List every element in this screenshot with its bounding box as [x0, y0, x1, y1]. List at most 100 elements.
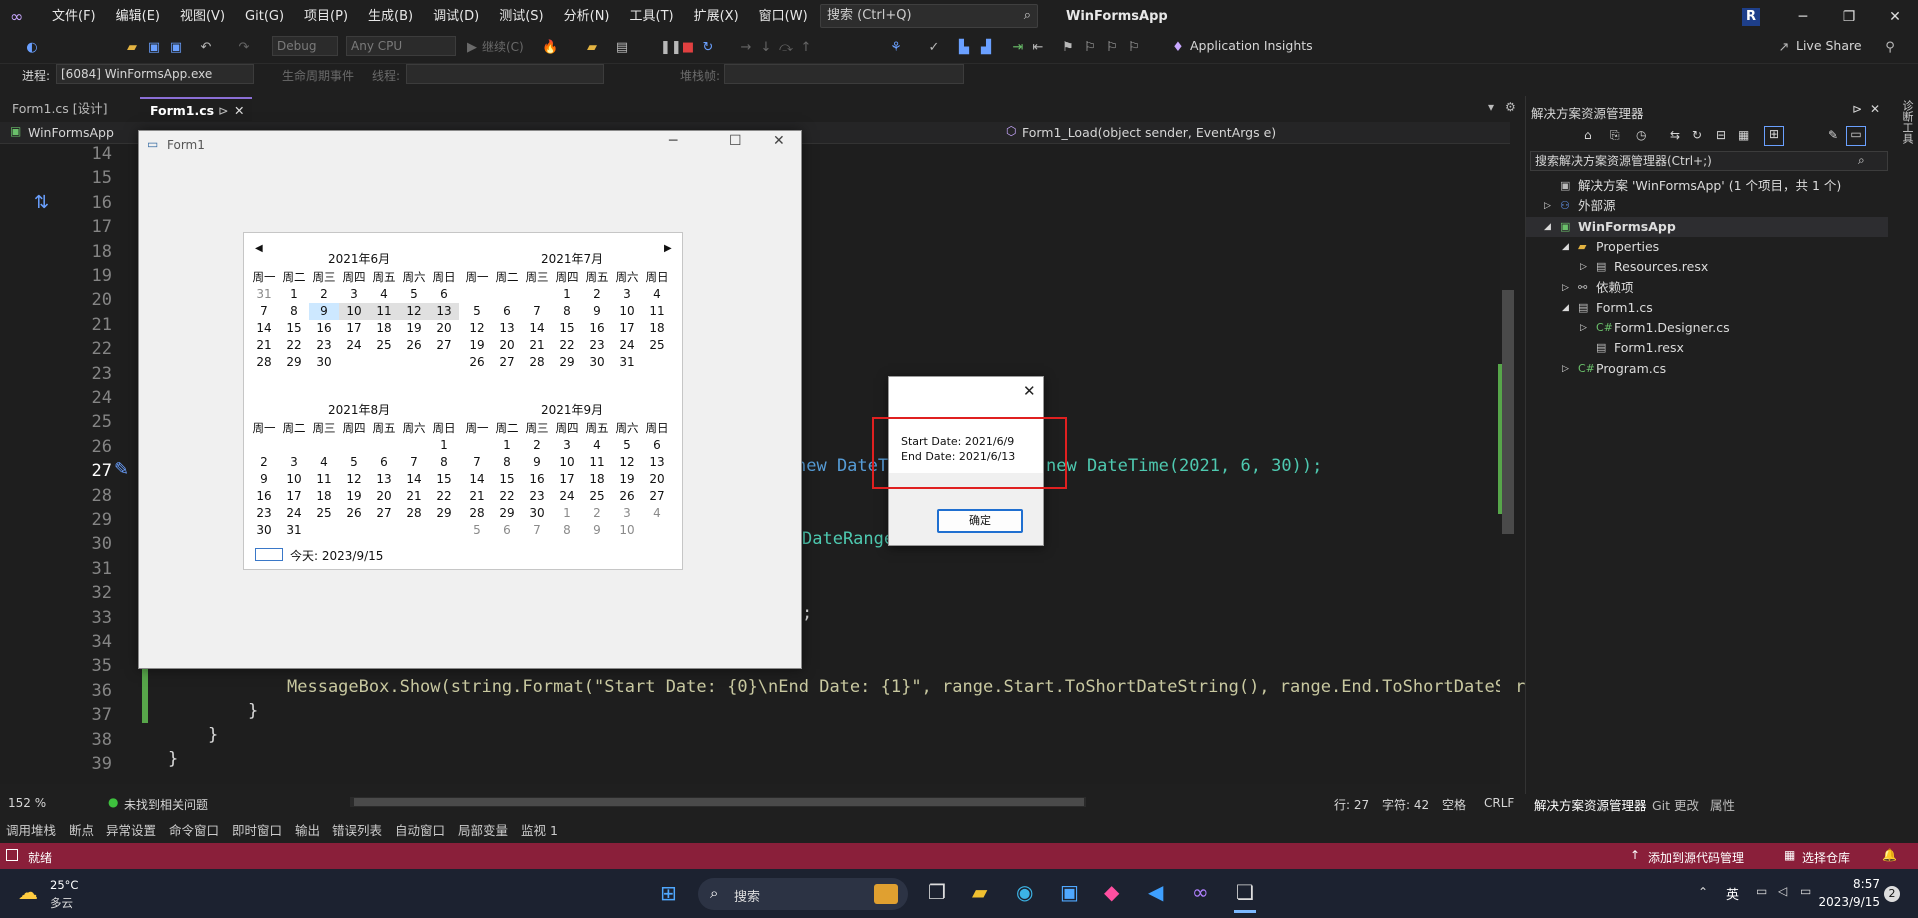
calendar-day[interactable]: 11	[309, 471, 339, 488]
step-into-icon[interactable]: ↓	[758, 40, 774, 56]
calendar-day[interactable]: 5	[462, 303, 492, 320]
form-minimize-icon[interactable]: ─	[669, 133, 677, 149]
calendar-day[interactable]: 25	[582, 488, 612, 505]
calendar-day[interactable]: 25	[642, 337, 672, 354]
visual-studio-taskbar-icon[interactable]: ∞	[1192, 880, 1209, 904]
calendar-day[interactable]: 18	[309, 488, 339, 505]
column-indicator[interactable]: 字符: 42	[1382, 796, 1429, 813]
tool-tab[interactable]: 异常设置	[106, 820, 156, 839]
tab-form1-cs[interactable]: Form1.cs ⊳ ✕	[140, 97, 252, 121]
properties-wrench-icon[interactable]: ✎	[1828, 128, 1838, 142]
show-all-files-icon[interactable]: ▦	[1738, 128, 1749, 142]
zoom-level[interactable]: 152 %	[8, 796, 46, 810]
calendar-day[interactable]: 18	[642, 320, 672, 337]
calendar-day[interactable]: 15	[429, 471, 459, 488]
calendar-day[interactable]: 31	[612, 354, 642, 371]
perf-tip-icon[interactable]: ⇅	[34, 192, 49, 213]
calendar-day[interactable]: 22	[552, 337, 582, 354]
calendar-day[interactable]: 11	[642, 303, 672, 320]
calendar-day[interactable]: 22	[279, 337, 309, 354]
live-share-button[interactable]: Live Share	[1796, 38, 1862, 53]
calendar-day[interactable]: 25	[309, 505, 339, 522]
calendar-day[interactable]: 30	[249, 522, 279, 539]
calendar-day[interactable]: 25	[369, 337, 399, 354]
calendar-day[interactable]: 5	[462, 522, 492, 539]
calendar-day[interactable]: 6	[492, 522, 522, 539]
refresh-icon[interactable]: ↻	[1692, 128, 1702, 142]
calendar-day[interactable]: 29	[429, 505, 459, 522]
spell-check-icon[interactable]: ✓	[926, 40, 942, 56]
menu-item[interactable]: 工具(T)	[620, 0, 684, 34]
calendar-day[interactable]	[462, 286, 492, 303]
today-label[interactable]: 今天: 2023/9/15	[290, 547, 383, 564]
whitespace-indicator[interactable]: 空格	[1442, 796, 1466, 813]
tab-close-icon[interactable]: ✕	[234, 99, 244, 123]
calendar-day[interactable]: 3	[339, 286, 369, 303]
menu-item[interactable]: 文件(F)	[42, 0, 106, 34]
ime-indicator[interactable]: 英	[1726, 884, 1739, 903]
panel-close-icon[interactable]: ✕	[1870, 102, 1880, 116]
calendar-day[interactable]: 13	[429, 303, 459, 320]
tree-item[interactable]: 依赖项	[1596, 278, 1634, 298]
menu-item[interactable]: 分析(N)	[554, 0, 620, 34]
calendar-day[interactable]: 21	[249, 337, 279, 354]
calendar-day[interactable]: 8	[492, 454, 522, 471]
hscroll-thumb[interactable]	[354, 798, 1084, 806]
stackframe-dropdown[interactable]	[724, 64, 964, 84]
save-icon[interactable]: ▣	[146, 40, 162, 56]
outdent-icon[interactable]: ⇤	[1030, 40, 1046, 56]
calendar-day[interactable]	[339, 522, 369, 539]
calendar-day[interactable]: 20	[642, 471, 672, 488]
calendar-day[interactable]: 12	[339, 471, 369, 488]
tab-overflow-icon[interactable]: ▾	[1488, 100, 1494, 114]
calendar-day[interactable]: 10	[612, 522, 642, 539]
next-bookmark-icon[interactable]: ⚐	[1104, 40, 1120, 56]
jetbrains-icon[interactable]: ◆	[1104, 880, 1119, 904]
calendar-day[interactable]: 2	[309, 286, 339, 303]
calendar-day[interactable]: 11	[369, 303, 399, 320]
calendar-day[interactable]: 7	[462, 454, 492, 471]
tree-expander-icon[interactable]: ▷	[1544, 196, 1551, 216]
month-title-september[interactable]: 2021年9月	[541, 401, 603, 418]
calendar-day[interactable]: 17	[339, 320, 369, 337]
platform-dropdown[interactable]: Any CPU	[346, 36, 456, 56]
calendar-day[interactable]: 18	[582, 471, 612, 488]
calendar-day[interactable]: 22	[429, 488, 459, 505]
live-share-icon[interactable]: ↗	[1776, 40, 1792, 56]
calendar-day[interactable]: 6	[642, 437, 672, 454]
user-avatar[interactable]: R	[1742, 8, 1760, 26]
search-box[interactable]: 搜索 (Ctrl+Q) ⌕	[820, 4, 1038, 28]
calendar-day[interactable]: 23	[249, 505, 279, 522]
sync-icon[interactable]: ⇆	[1670, 128, 1680, 142]
menu-item[interactable]: 生成(B)	[358, 0, 423, 34]
edit-pencil-icon[interactable]: ✎	[114, 459, 129, 480]
calendar-day[interactable]: 2	[582, 286, 612, 303]
restore-icon[interactable]: ❐	[1826, 0, 1872, 34]
calendar-day[interactable]: 1	[279, 286, 309, 303]
calendar-day[interactable]: 3	[279, 454, 309, 471]
calendar-day[interactable]: 28	[399, 505, 429, 522]
calendar-day[interactable]: 20	[492, 337, 522, 354]
calendar-day[interactable]: 24	[279, 505, 309, 522]
calendar-day[interactable]: 4	[642, 286, 672, 303]
calendar-day[interactable]: 28	[249, 354, 279, 371]
calendar-day[interactable]: 11	[582, 454, 612, 471]
line-indicator[interactable]: 行: 27	[1334, 796, 1369, 813]
calendar-day[interactable]: 19	[339, 488, 369, 505]
calendar-day[interactable]: 7	[399, 454, 429, 471]
tab-form1-designer[interactable]: Form1.cs [设计]	[2, 97, 118, 121]
month-calendar[interactable]: ◀ ▶ 2021年6月 2021年7月 2021年8月 2021年9月 周一 周二…	[243, 232, 683, 570]
tool-tab[interactable]: 命令窗口	[169, 820, 219, 839]
minimize-icon[interactable]: ─	[1780, 0, 1826, 34]
tree-expander-icon[interactable]: ◢	[1562, 298, 1569, 318]
calendar-day[interactable]: 3	[612, 286, 642, 303]
calendar-day[interactable]: 7	[249, 303, 279, 320]
back-icon[interactable]: ◐	[24, 40, 40, 56]
calendar-day[interactable]: 2	[522, 437, 552, 454]
layout-icon[interactable]: ▤	[614, 40, 630, 56]
calendar-day[interactable]: 3	[552, 437, 582, 454]
calendar-day[interactable]: 27	[642, 488, 672, 505]
file-explorer-icon[interactable]: ▰	[972, 880, 987, 904]
hot-reload-icon[interactable]: 🔥	[542, 40, 558, 56]
menu-item[interactable]: 调试(D)	[423, 0, 489, 34]
